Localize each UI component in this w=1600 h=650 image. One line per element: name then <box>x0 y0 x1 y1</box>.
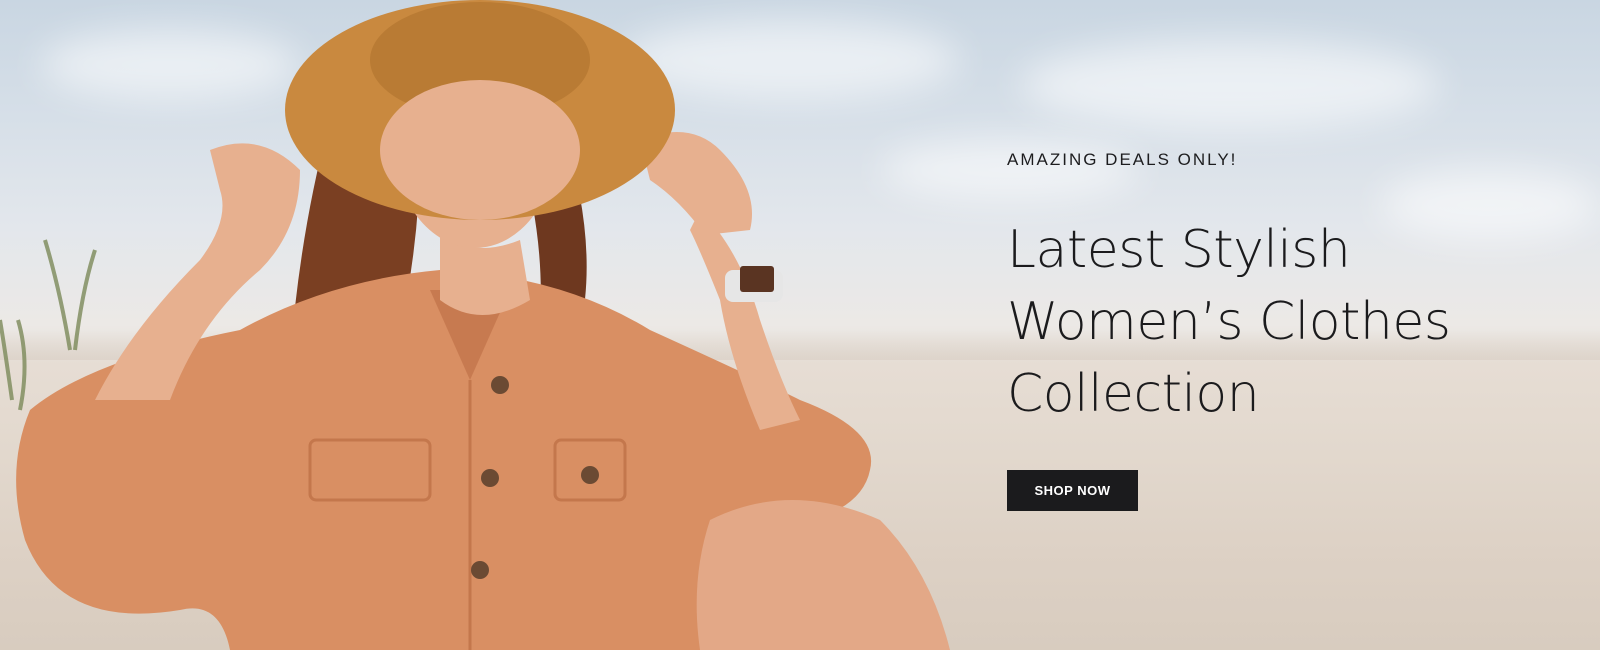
headline-line: Women’s Clothes <box>1007 292 1451 352</box>
hero-headline: Latest Stylish Women’s Clothes Collectio… <box>1007 214 1527 430</box>
hero-content: AMAZING DEALS ONLY! Latest Stylish Women… <box>1007 150 1527 511</box>
knee <box>696 500 950 650</box>
shirt-button <box>581 466 599 484</box>
shop-now-button[interactable]: SHOP NOW <box>1007 470 1138 511</box>
cloud <box>1020 40 1440 130</box>
hero-banner: AMAZING DEALS ONLY! Latest Stylish Women… <box>0 0 1600 650</box>
shirt-button <box>471 561 489 579</box>
shirt-button <box>481 469 499 487</box>
headline-line: Collection <box>1007 364 1260 424</box>
hero-eyebrow: AMAZING DEALS ONLY! <box>1007 150 1238 169</box>
headline-line: Latest Stylish <box>1007 220 1351 280</box>
shirt-button <box>491 376 509 394</box>
hero-photo <box>0 0 950 650</box>
